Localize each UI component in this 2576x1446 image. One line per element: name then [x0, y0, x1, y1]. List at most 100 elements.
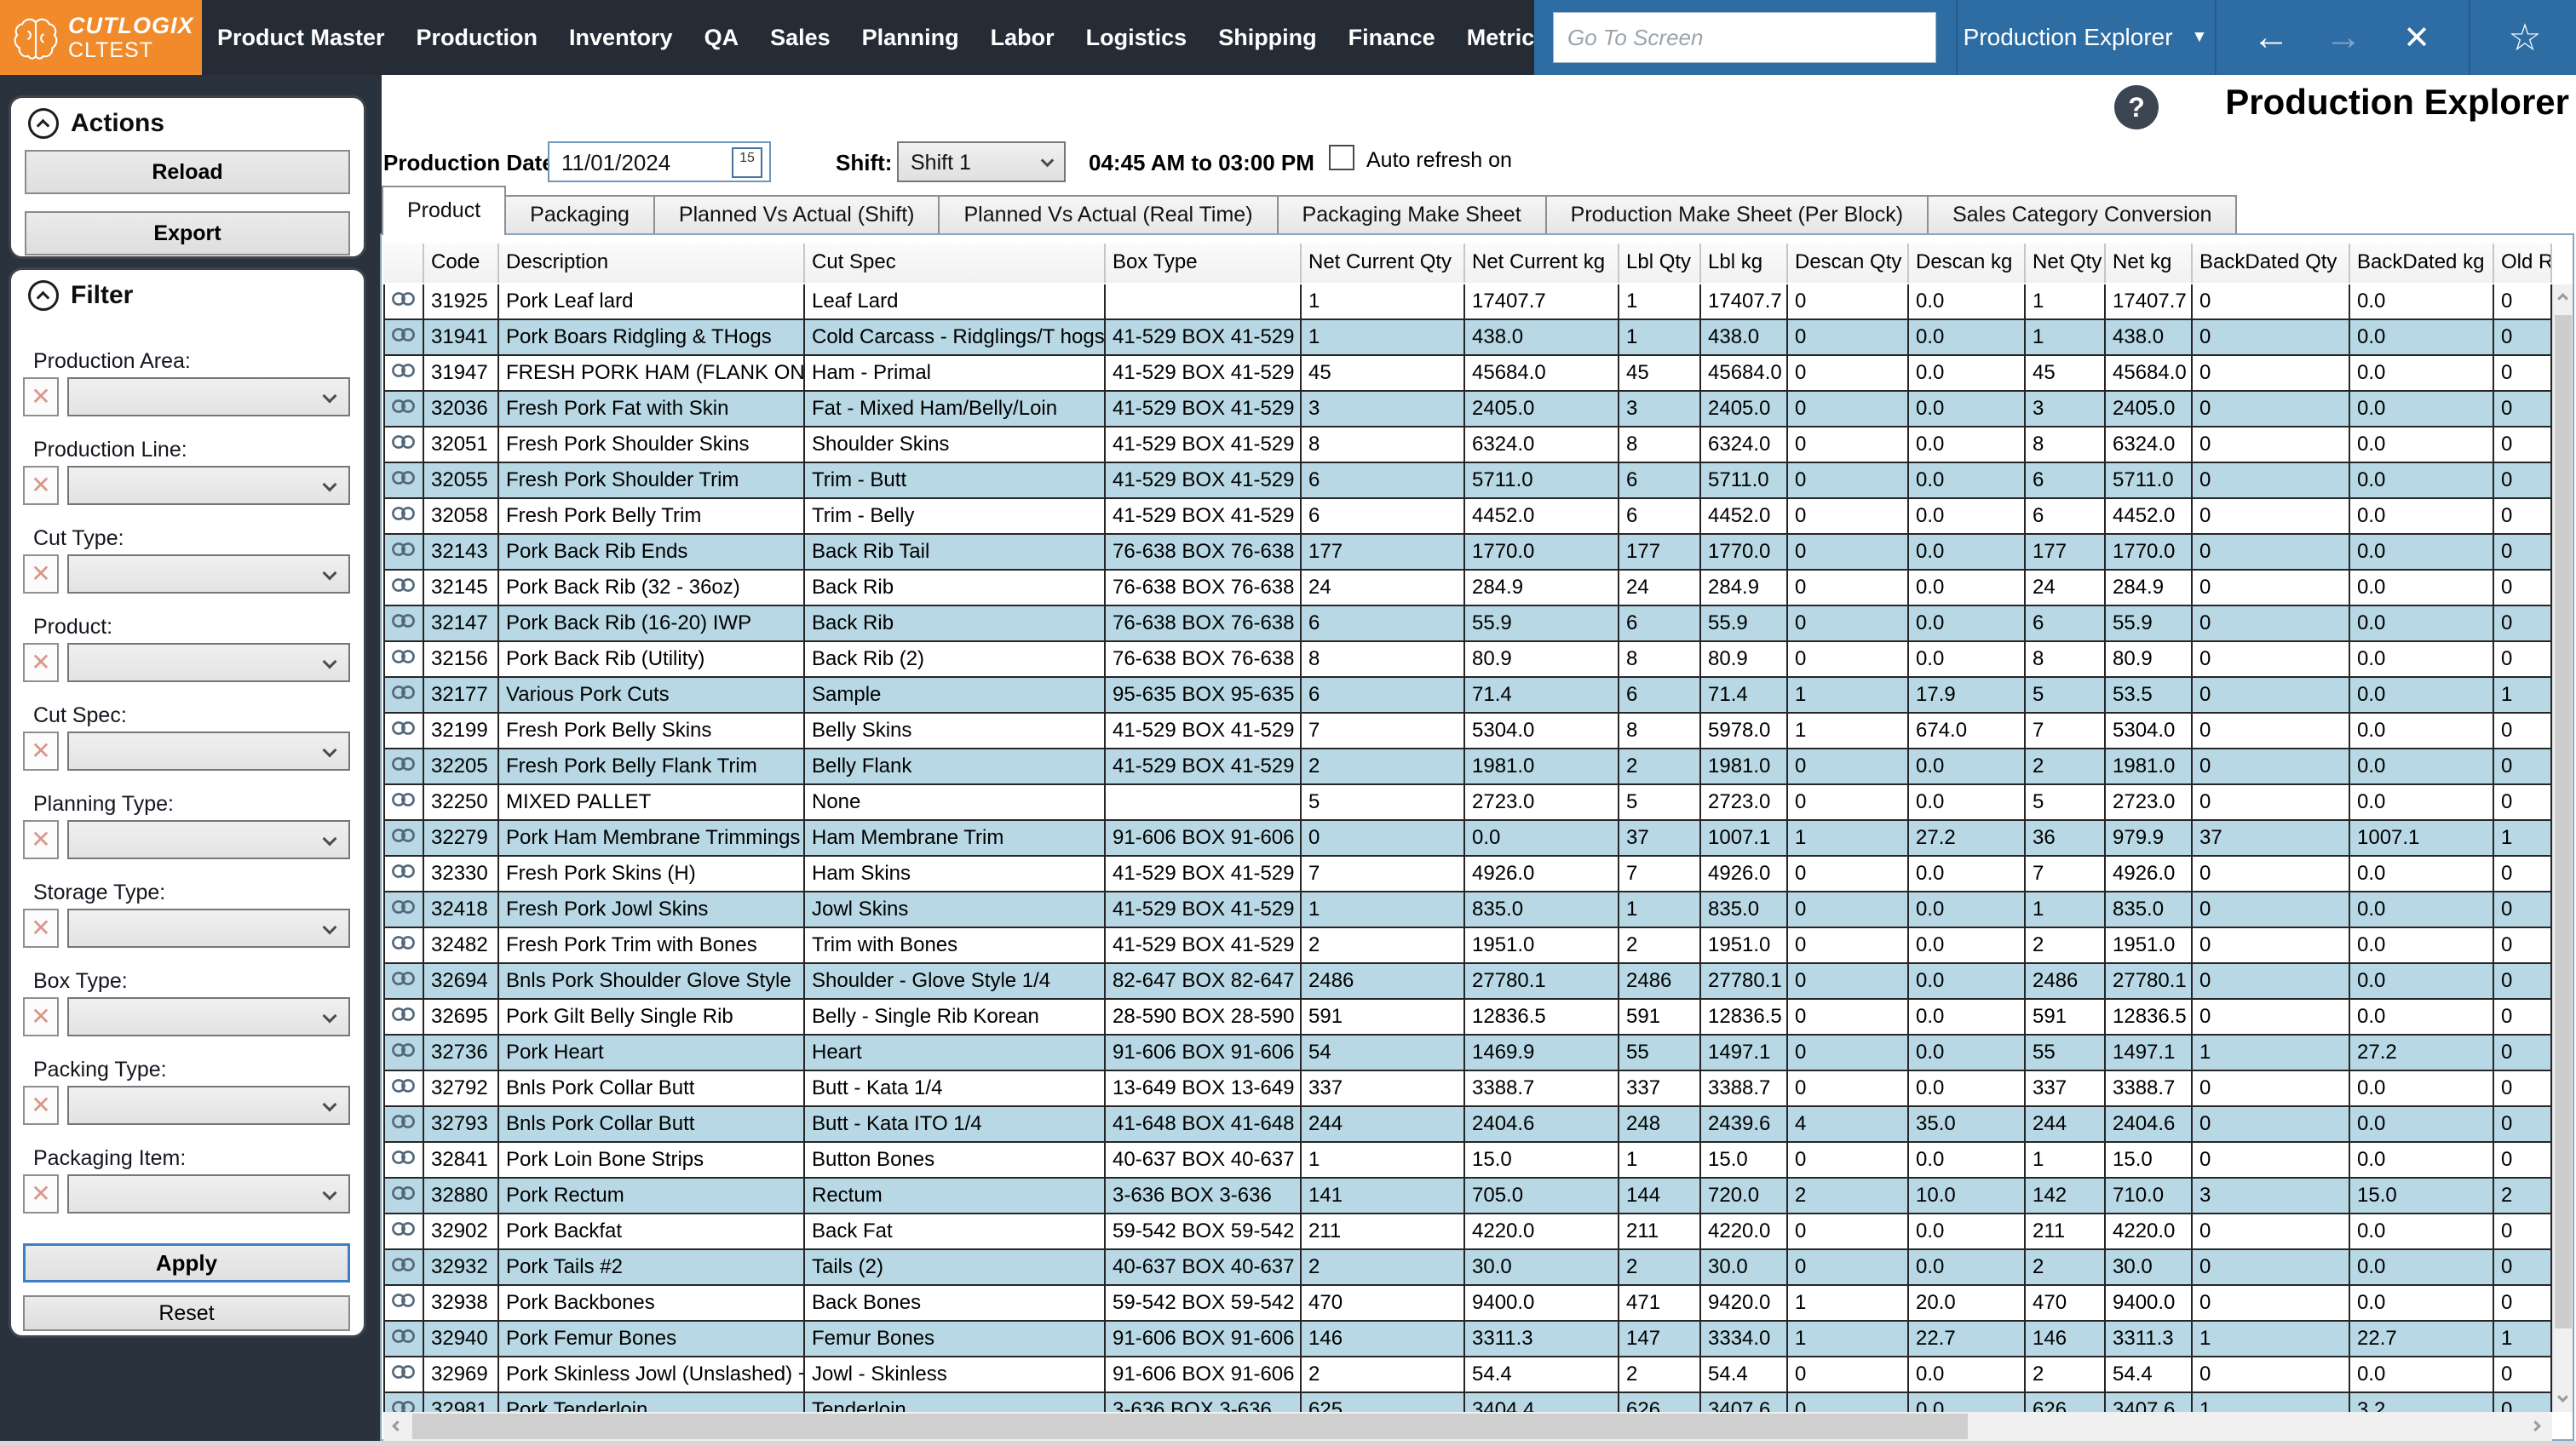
row-link-cell[interactable] — [383, 1036, 424, 1071]
cell-net-current-qty[interactable]: 8 — [1302, 642, 1465, 678]
cell-old-retu[interactable]: 0 — [2494, 1214, 2552, 1250]
cell-description[interactable]: Pork Gilt Belly Single Rib — [499, 1000, 805, 1036]
cell-old-retu[interactable]: 0 — [2494, 1393, 2552, 1412]
cell-lbl-kg[interactable]: 15.0 — [1701, 1143, 1788, 1179]
cell-net-current-kg[interactable]: 1981.0 — [1465, 749, 1619, 785]
collapse-actions-icon[interactable] — [28, 108, 59, 139]
cell-descan-kg[interactable]: 27.2 — [1909, 821, 2026, 857]
cell-descan-qty[interactable]: 1 — [1788, 821, 1909, 857]
cell-net-kg[interactable]: 3388.7 — [2106, 1071, 2193, 1107]
collapse-filter-icon[interactable] — [28, 280, 59, 311]
cell-backdated-kg[interactable]: 0.0 — [2350, 535, 2494, 571]
cell-descan-kg[interactable]: 0.0 — [1909, 427, 2026, 463]
cell-code[interactable]: 32205 — [424, 749, 499, 785]
cell-net-qty[interactable]: 177 — [2026, 535, 2106, 571]
cell-box-type[interactable]: 40-637 BOX 40-637 — [1106, 1143, 1302, 1179]
cell-descan-kg[interactable]: 0.0 — [1909, 1393, 2026, 1412]
column-header-description[interactable]: Description — [499, 244, 805, 283]
cell-code[interactable]: 32145 — [424, 571, 499, 606]
cell-box-type[interactable]: 41-529 BOX 41-529 — [1106, 857, 1302, 892]
cell-net-qty[interactable]: 7 — [2026, 857, 2106, 892]
clear-filter-icon-production-line[interactable]: ✕ — [23, 466, 59, 505]
reset-button[interactable]: Reset — [23, 1295, 350, 1331]
column-header-icon[interactable] — [383, 244, 424, 283]
cell-net-current-kg[interactable]: 3311.3 — [1465, 1322, 1619, 1357]
cell-lbl-qty[interactable]: 2 — [1619, 749, 1701, 785]
cell-net-kg[interactable]: 4926.0 — [2106, 857, 2193, 892]
cell-backdated-kg[interactable]: 0.0 — [2350, 642, 2494, 678]
cell-backdated-kg[interactable]: 0.0 — [2350, 320, 2494, 356]
cell-cut-spec[interactable]: Belly Skins — [805, 714, 1106, 749]
cell-code[interactable]: 32694 — [424, 964, 499, 1000]
cell-box-type[interactable]: 41-648 BOX 41-648 — [1106, 1107, 1302, 1143]
filter-dropdown-planning-type[interactable] — [67, 820, 350, 859]
cell-box-type[interactable]: 13-649 BOX 13-649 — [1106, 1071, 1302, 1107]
cell-net-current-kg[interactable]: 17407.7 — [1465, 284, 1619, 320]
cell-descan-kg[interactable]: 0.0 — [1909, 320, 2026, 356]
cell-net-qty[interactable]: 211 — [2026, 1214, 2106, 1250]
row-link-cell[interactable] — [383, 678, 424, 714]
column-header-lbl-kg[interactable]: Lbl kg — [1701, 244, 1788, 283]
cell-descan-qty[interactable]: 0 — [1788, 320, 1909, 356]
cell-net-qty[interactable]: 2 — [2026, 1357, 2106, 1393]
cell-lbl-kg[interactable]: 1981.0 — [1701, 749, 1788, 785]
menu-item-qa[interactable]: QA — [704, 25, 739, 51]
cell-description[interactable]: Pork Heart — [499, 1036, 805, 1071]
cell-old-retu[interactable]: 1 — [2494, 821, 2552, 857]
cell-descan-kg[interactable]: 0.0 — [1909, 606, 2026, 642]
filter-dropdown-production-area[interactable] — [67, 377, 350, 416]
tab-production-make-sheet-per-block[interactable]: Production Make Sheet (Per Block) — [1546, 195, 1929, 233]
cell-net-current-qty[interactable]: 6 — [1302, 606, 1465, 642]
cell-backdated-qty[interactable]: 0 — [2193, 1107, 2350, 1143]
cell-code[interactable]: 32250 — [424, 785, 499, 821]
row-link-cell[interactable] — [383, 535, 424, 571]
row-link-cell[interactable] — [383, 749, 424, 785]
cell-net-current-kg[interactable]: 3388.7 — [1465, 1071, 1619, 1107]
cell-net-kg[interactable]: 1951.0 — [2106, 928, 2193, 964]
cell-code[interactable]: 32147 — [424, 606, 499, 642]
row-link-cell[interactable] — [383, 1214, 424, 1250]
cell-descan-qty[interactable]: 0 — [1788, 1000, 1909, 1036]
cell-net-qty[interactable]: 36 — [2026, 821, 2106, 857]
cell-net-current-qty[interactable]: 8 — [1302, 427, 1465, 463]
cell-net-kg[interactable]: 54.4 — [2106, 1357, 2193, 1393]
cell-box-type[interactable]: 28-590 BOX 28-590 — [1106, 1000, 1302, 1036]
cell-backdated-kg[interactable]: 0.0 — [2350, 1214, 2494, 1250]
cell-descan-kg[interactable]: 0.0 — [1909, 642, 2026, 678]
cell-lbl-qty[interactable]: 626 — [1619, 1393, 1701, 1412]
menu-item-production[interactable]: Production — [417, 25, 538, 51]
cell-code[interactable]: 32482 — [424, 928, 499, 964]
cell-descan-kg[interactable]: 0.0 — [1909, 284, 2026, 320]
cell-old-retu[interactable]: 0 — [2494, 463, 2552, 499]
cell-old-retu[interactable]: 0 — [2494, 928, 2552, 964]
cell-lbl-kg[interactable]: 2723.0 — [1701, 785, 1788, 821]
cell-net-qty[interactable]: 5 — [2026, 678, 2106, 714]
cell-net-kg[interactable]: 438.0 — [2106, 320, 2193, 356]
cell-code[interactable]: 32940 — [424, 1322, 499, 1357]
cell-cut-spec[interactable]: Button Bones — [805, 1143, 1106, 1179]
cell-net-current-kg[interactable]: 705.0 — [1465, 1179, 1619, 1214]
scroll-up-icon[interactable] — [2553, 284, 2573, 310]
cell-lbl-qty[interactable]: 55 — [1619, 1036, 1701, 1071]
cell-old-retu[interactable]: 2 — [2494, 1179, 2552, 1214]
cell-net-kg[interactable]: 3311.3 — [2106, 1322, 2193, 1357]
cell-net-current-qty[interactable]: 0 — [1302, 821, 1465, 857]
cell-box-type[interactable]: 76-638 BOX 76-638 — [1106, 642, 1302, 678]
cell-net-current-qty[interactable]: 1 — [1302, 320, 1465, 356]
cell-net-kg[interactable]: 55.9 — [2106, 606, 2193, 642]
cell-backdated-kg[interactable]: 0.0 — [2350, 928, 2494, 964]
cell-descan-kg[interactable]: 0.0 — [1909, 463, 2026, 499]
cell-backdated-kg[interactable]: 0.0 — [2350, 678, 2494, 714]
cell-lbl-kg[interactable]: 835.0 — [1701, 892, 1788, 928]
clear-filter-icon-production-area[interactable]: ✕ — [23, 377, 59, 416]
cell-descan-kg[interactable]: 0.0 — [1909, 964, 2026, 1000]
cell-description[interactable]: Pork Skinless Jowl (Unslashed) + — [499, 1357, 805, 1393]
cell-net-current-kg[interactable]: 284.9 — [1465, 571, 1619, 606]
cell-box-type[interactable]: 40-637 BOX 40-637 — [1106, 1250, 1302, 1286]
column-header-net-qty[interactable]: Net Qty — [2026, 244, 2106, 283]
tab-product[interactable]: Product — [382, 186, 507, 235]
cell-backdated-qty[interactable]: 0 — [2193, 642, 2350, 678]
cell-lbl-qty[interactable]: 3 — [1619, 392, 1701, 427]
cell-net-current-kg[interactable]: 4452.0 — [1465, 499, 1619, 535]
cell-net-current-kg[interactable]: 12836.5 — [1465, 1000, 1619, 1036]
